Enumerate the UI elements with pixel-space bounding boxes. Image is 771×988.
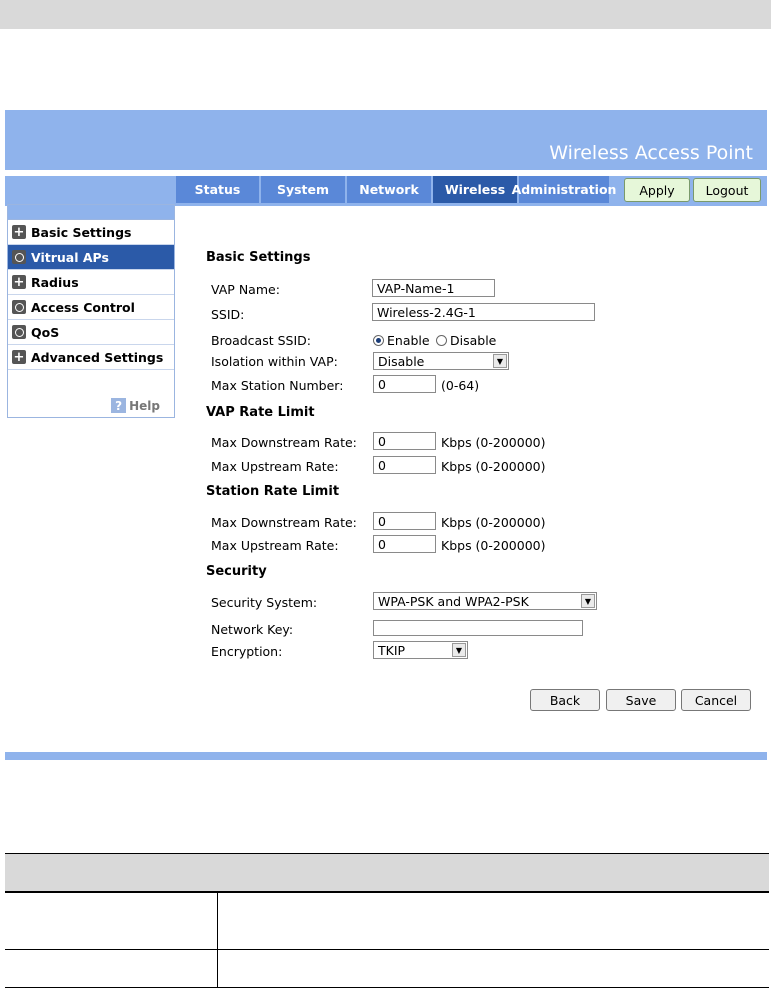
sidebar-item-label: Access Control xyxy=(31,299,135,315)
help-label: Help xyxy=(129,398,160,413)
vap-upstream-label: Max Upstream Rate: xyxy=(211,459,339,474)
network-key-label: Network Key: xyxy=(211,622,294,637)
sidebar-item-basic-settings[interactable]: + Basic Settings xyxy=(8,220,174,245)
apply-button[interactable]: Apply xyxy=(624,178,690,202)
banner: Wireless Access Point xyxy=(5,110,767,170)
encryption-label: Encryption: xyxy=(211,644,283,659)
encryption-value: TKIP xyxy=(378,642,406,658)
tab-system[interactable]: System xyxy=(261,176,345,203)
sidebar-item-advanced-settings[interactable]: + Advanced Settings xyxy=(8,345,174,370)
sidebar-item-radius[interactable]: + Radius xyxy=(8,270,174,295)
tab-wireless[interactable]: Wireless xyxy=(433,176,517,203)
vap-downstream-hint: Kbps (0-200000) xyxy=(441,435,546,450)
station-upstream-input[interactable]: 0 xyxy=(373,535,436,553)
circle-icon xyxy=(12,325,26,339)
security-system-label: Security System: xyxy=(211,595,318,610)
broadcast-enable-radio[interactable]: Enable xyxy=(373,333,430,348)
table-column-divider xyxy=(217,892,218,987)
router-admin-window: Wireless Access Point Status System Netw… xyxy=(5,110,767,760)
sidebar-item-label: Vitrual APs xyxy=(31,249,109,265)
section-station-rate-limit: Station Rate Limit xyxy=(206,484,340,499)
plus-icon: + xyxy=(12,274,26,290)
section-vap-rate-limit: VAP Rate Limit xyxy=(206,405,315,420)
circle-icon xyxy=(12,250,26,264)
sidebar-item-virtual-aps[interactable]: Vitrual APs xyxy=(8,245,174,270)
chevron-down-icon: ▼ xyxy=(452,643,466,657)
station-upstream-label: Max Upstream Rate: xyxy=(211,538,339,553)
chevron-down-icon: ▼ xyxy=(581,594,595,608)
tab-status[interactable]: Status xyxy=(176,176,259,203)
station-downstream-input[interactable]: 0 xyxy=(373,512,436,530)
broadcast-disable-radio[interactable]: Disable xyxy=(436,333,496,348)
sidebar-item-label: QoS xyxy=(31,324,60,340)
plus-icon: + xyxy=(12,349,26,365)
chevron-down-icon: ▼ xyxy=(493,354,507,368)
broadcast-ssid-label: Broadcast SSID: xyxy=(211,333,311,348)
station-downstream-hint: Kbps (0-200000) xyxy=(441,515,546,530)
help-link[interactable]: ? Help xyxy=(111,398,160,413)
station-upstream-hint: Kbps (0-200000) xyxy=(441,538,546,553)
vap-name-input[interactable]: VAP-Name-1 xyxy=(372,279,495,297)
isolation-select[interactable]: Disable ▼ xyxy=(373,352,509,370)
back-button[interactable]: Back xyxy=(530,689,600,711)
vap-upstream-hint: Kbps (0-200000) xyxy=(441,459,546,474)
vap-downstream-label: Max Downstream Rate: xyxy=(211,435,357,450)
max-station-hint: (0-64) xyxy=(441,378,480,393)
isolation-value: Disable xyxy=(378,353,425,369)
vap-upstream-input[interactable]: 0 xyxy=(373,456,436,474)
station-downstream-label: Max Downstream Rate: xyxy=(211,515,357,530)
app-title: Wireless Access Point xyxy=(549,142,753,164)
security-system-select[interactable]: WPA-PSK and WPA2-PSK ▼ xyxy=(373,592,597,610)
tab-administration[interactable]: Administration xyxy=(512,176,616,203)
isolation-label: Isolation within VAP: xyxy=(211,354,338,369)
sidebar: + Basic Settings Vitrual APs + Radius Ac… xyxy=(7,204,175,418)
sidebar-header xyxy=(8,205,174,220)
save-button[interactable]: Save xyxy=(606,689,676,711)
vap-name-label: VAP Name: xyxy=(211,282,280,297)
nav-bar: Status System Network Wireless Administr… xyxy=(5,176,767,203)
document-header-bar xyxy=(0,0,771,29)
network-key-input[interactable] xyxy=(373,620,583,636)
sidebar-item-access-control[interactable]: Access Control xyxy=(8,295,174,320)
table-header xyxy=(5,853,769,893)
radio-unselected-icon xyxy=(436,335,447,346)
sidebar-item-qos[interactable]: QoS xyxy=(8,320,174,345)
vap-downstream-input[interactable]: 0 xyxy=(373,432,436,450)
logout-button[interactable]: Logout xyxy=(693,178,761,202)
broadcast-enable-label: Enable xyxy=(387,333,430,348)
radio-selected-icon xyxy=(373,335,384,346)
plus-icon: + xyxy=(12,224,26,240)
sidebar-item-label: Radius xyxy=(31,274,79,290)
section-basic-settings: Basic Settings xyxy=(206,250,311,265)
circle-icon xyxy=(12,300,26,314)
sidebar-item-label: Advanced Settings xyxy=(31,349,164,365)
ssid-input[interactable]: Wireless-2.4G-1 xyxy=(372,303,595,321)
encryption-select[interactable]: TKIP ▼ xyxy=(373,641,468,659)
table-row xyxy=(5,892,769,950)
max-station-input[interactable]: 0 xyxy=(373,375,436,393)
broadcast-disable-label: Disable xyxy=(450,333,497,348)
security-system-value: WPA-PSK and WPA2-PSK xyxy=(378,593,529,609)
footer-strip xyxy=(5,752,767,760)
ssid-label: SSID: xyxy=(211,307,245,322)
question-mark-icon: ? xyxy=(111,398,127,413)
tab-network[interactable]: Network xyxy=(347,176,431,203)
max-station-label: Max Station Number: xyxy=(211,378,344,393)
sidebar-item-label: Basic Settings xyxy=(31,224,132,240)
cancel-button[interactable]: Cancel xyxy=(681,689,751,711)
table-row xyxy=(5,950,769,988)
section-security: Security xyxy=(206,564,267,579)
